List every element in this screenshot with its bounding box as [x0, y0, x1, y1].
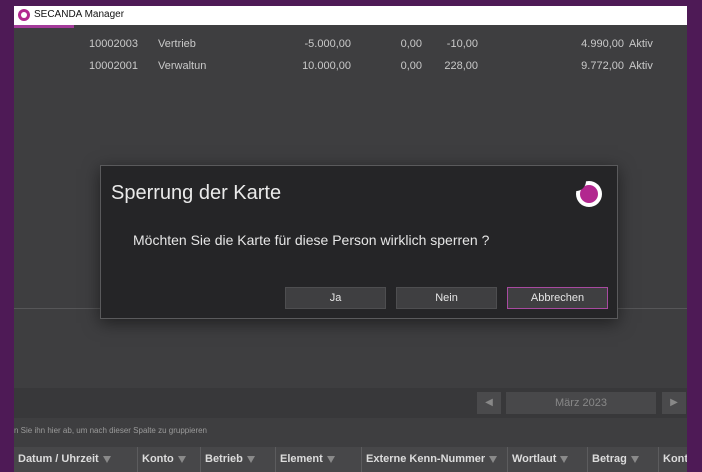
date-navigator: ◀ März 2023 ▶ [14, 388, 687, 418]
filter-icon[interactable] [177, 455, 186, 463]
department: Verwaltun [158, 60, 207, 72]
column-header-konto-2[interactable]: Kont [659, 447, 687, 472]
department: Vertrieb [158, 38, 196, 50]
filter-icon[interactable] [246, 455, 255, 463]
no-button[interactable]: Nein [396, 287, 497, 309]
window-title: SECANDA Manager [34, 9, 125, 20]
dialog-message: Möchten Sie die Karte für diese Person w… [133, 232, 490, 248]
title-bar: SECANDA Manager [14, 6, 687, 25]
balance: 9.772,00 [581, 60, 624, 72]
filter-icon[interactable] [630, 455, 639, 463]
chevron-left-icon[interactable]: ◀ [477, 392, 501, 414]
amount-3: -10,00 [446, 38, 478, 50]
accounts-table: 10002003 Vertrieb -5.000,00 0,00 -10,00 … [14, 33, 687, 77]
column-header-datum[interactable]: Datum / Uhrzeit [14, 447, 138, 472]
status: Aktiv [629, 38, 653, 50]
column-header-externe-kenn-nummer[interactable]: Externe Kenn-Nummer [362, 447, 508, 472]
secanda-logo-icon [576, 181, 602, 207]
account-id: 10002001 [89, 60, 138, 72]
filter-icon[interactable] [326, 455, 335, 463]
app-logo-icon [18, 9, 30, 21]
filter-icon[interactable] [560, 455, 569, 463]
amount-1: -5.000,00 [304, 38, 351, 50]
amount-2: 0,00 [400, 38, 422, 50]
month-selector[interactable]: März 2023 [506, 392, 656, 414]
amount-3: 228,00 [444, 60, 478, 72]
filter-icon[interactable] [489, 455, 498, 463]
status: Aktiv [629, 60, 653, 72]
column-header-betrieb[interactable]: Betrieb [201, 447, 276, 472]
column-header-element[interactable]: Element [276, 447, 362, 472]
column-header-betrag[interactable]: Betrag [588, 447, 659, 472]
table-row[interactable]: 10002001 Verwaltun 10.000,00 0,00 228,00… [14, 55, 687, 77]
table-row[interactable]: 10002003 Vertrieb -5.000,00 0,00 -10,00 … [14, 33, 687, 55]
cancel-button[interactable]: Abbrechen [507, 287, 608, 309]
column-header-wortlaut[interactable]: Wortlaut [508, 447, 588, 472]
yes-button[interactable]: Ja [285, 287, 386, 309]
confirm-dialog: Sperrung der Karte Möchten Sie die Karte… [100, 165, 618, 319]
amount-2: 0,00 [400, 60, 422, 72]
chevron-right-icon[interactable]: ▶ [662, 392, 686, 414]
dialog-title: Sperrung der Karte [111, 182, 282, 204]
column-header-konto[interactable]: Konto [138, 447, 201, 472]
filter-icon[interactable] [102, 455, 111, 463]
amount-1: 10.000,00 [302, 60, 351, 72]
account-id: 10002003 [89, 38, 138, 50]
active-tab-indicator [14, 25, 74, 28]
balance: 4.990,00 [581, 38, 624, 50]
group-panel-hint: n Sie ihn hier ab, um nach dieser Spalte… [14, 426, 208, 435]
grid-header: Datum / Uhrzeit Konto Betrieb Element Ex… [14, 447, 687, 472]
